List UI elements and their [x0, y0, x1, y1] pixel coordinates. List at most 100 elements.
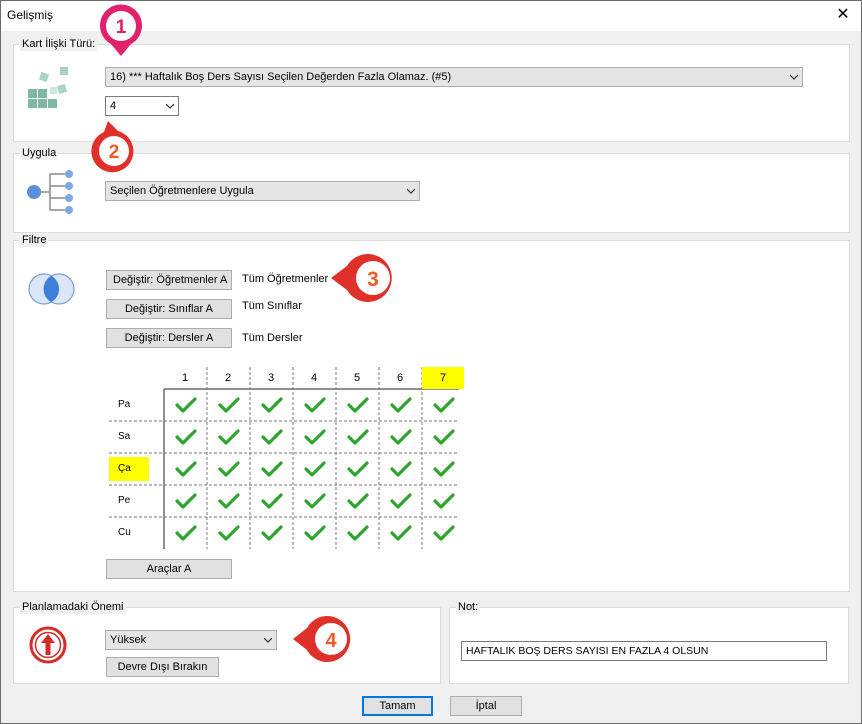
ok-button[interactable]: Tamam [362, 696, 433, 716]
timetable-cell[interactable] [164, 517, 206, 549]
timetable-grid: 1 2 3 4 5 6 7 Pa Sa Ça Pe Cu [109, 367, 464, 552]
timetable-cell[interactable] [207, 485, 249, 517]
importance-group: Planlamadaki Önemi Yüksek Devre Dışı Bır… [13, 600, 441, 684]
callout-badge-3: 3 [331, 254, 392, 302]
check-icon [347, 397, 369, 413]
check-icon [433, 493, 455, 509]
importance-value: Yüksek [110, 634, 147, 646]
timetable-cell[interactable] [336, 421, 378, 453]
timetable-cell[interactable] [422, 389, 464, 421]
timetable-cell[interactable] [293, 517, 335, 549]
apply-select[interactable]: Seçilen Öğretmenlere Uygula [105, 181, 420, 201]
timetable-cell[interactable] [293, 485, 335, 517]
timetable-cell[interactable] [250, 485, 292, 517]
apply-value: Seçilen Öğretmenlere Uygula [110, 185, 254, 197]
day-row-header[interactable]: Sa [109, 425, 149, 449]
importance-select[interactable]: Yüksek [105, 630, 277, 650]
timetable-cell[interactable] [250, 517, 292, 549]
timetable-cell[interactable] [336, 517, 378, 549]
timetable-cell[interactable] [250, 421, 292, 453]
timetable-cell[interactable] [293, 421, 335, 453]
check-icon [347, 493, 369, 509]
column-header[interactable]: 1 [164, 367, 206, 389]
column-header[interactable]: 2 [207, 367, 249, 389]
check-icon [390, 461, 412, 477]
relation-type-select[interactable]: 16) *** Haftalık Boş Ders Sayısı Seçilen… [105, 67, 803, 87]
check-icon [433, 525, 455, 541]
day-row-header[interactable]: Cu [109, 521, 149, 545]
timetable-cell[interactable] [207, 389, 249, 421]
check-icon [218, 493, 240, 509]
timetable-cell[interactable] [293, 453, 335, 485]
check-icon [304, 461, 326, 477]
timetable-cell[interactable] [207, 453, 249, 485]
timetable-cell[interactable] [207, 517, 249, 549]
callout-number-2: 2 [109, 142, 120, 163]
lessons-filter-value: Tüm Dersler [242, 332, 303, 344]
close-icon[interactable]: ✕ [833, 5, 853, 25]
timetable-cell[interactable] [293, 389, 335, 421]
timetable-cell[interactable] [422, 453, 464, 485]
check-icon [175, 461, 197, 477]
venn-icon [28, 273, 75, 305]
column-header[interactable]: 5 [336, 367, 378, 389]
timetable-cell[interactable] [379, 389, 421, 421]
change-lessons-button[interactable]: Değiştir: Dersler A [106, 328, 232, 348]
chevron-down-icon [790, 74, 798, 80]
check-icon [390, 429, 412, 445]
timetable-cell[interactable] [422, 517, 464, 549]
relation-value-select[interactable]: 4 [105, 96, 179, 116]
column-header[interactable]: 6 [379, 367, 421, 389]
check-icon [304, 397, 326, 413]
column-header[interactable]: 3 [250, 367, 292, 389]
day-row-header[interactable]: Ça [109, 457, 149, 481]
up-arrow-icon [29, 626, 67, 664]
change-classes-button[interactable]: Değiştir: Sınıflar A [106, 299, 232, 319]
timetable-cell[interactable] [336, 485, 378, 517]
timetable-cell[interactable] [164, 485, 206, 517]
filter-group-label: Filtre [20, 233, 49, 247]
window-title: Gelişmiş [7, 8, 54, 22]
timetable-cell[interactable] [164, 453, 206, 485]
day-row-header[interactable]: Pa [109, 393, 149, 417]
timetable-cell[interactable] [164, 389, 206, 421]
callout-number-1: 1 [116, 17, 127, 38]
callout-number-4: 4 [325, 630, 337, 652]
timetable-cell[interactable] [250, 389, 292, 421]
timetable-cell[interactable] [379, 485, 421, 517]
day-row-header[interactable]: Pe [109, 489, 149, 513]
timetable-cell[interactable] [250, 453, 292, 485]
timetable-cell[interactable] [379, 421, 421, 453]
callout-badge-1: 1 [100, 4, 142, 57]
timetable-cell[interactable] [207, 421, 249, 453]
column-header[interactable]: 4 [293, 367, 335, 389]
timetable-cell[interactable] [336, 453, 378, 485]
timetable-cell[interactable] [422, 485, 464, 517]
check-icon [261, 429, 283, 445]
check-icon [390, 397, 412, 413]
importance-group-label: Planlamadaki Önemi [20, 600, 126, 614]
check-icon [433, 429, 455, 445]
note-group: Not: HAFTALIK BOŞ DERS SAYISI EN FAZLA 4… [449, 600, 849, 684]
timetable-cell[interactable] [164, 421, 206, 453]
timetable-cell[interactable] [379, 517, 421, 549]
tools-button[interactable]: Araçlar A [106, 559, 232, 579]
blocks-icon [28, 67, 68, 108]
column-header[interactable]: 7 [422, 367, 464, 389]
check-icon [261, 461, 283, 477]
cancel-button[interactable]: İptal [450, 696, 522, 716]
check-icon [218, 525, 240, 541]
note-group-label: Not: [456, 600, 481, 614]
apply-group-label: Uygula [20, 146, 59, 160]
timetable-cell[interactable] [379, 453, 421, 485]
check-icon [347, 429, 369, 445]
timetable-cell[interactable] [422, 421, 464, 453]
timetable-cell[interactable] [336, 389, 378, 421]
check-icon [261, 493, 283, 509]
change-teachers-button[interactable]: Değiştir: Öğretmenler A [106, 270, 232, 290]
classes-filter-value: Tüm Sınıflar [242, 300, 302, 312]
relation-type-value: 16) *** Haftalık Boş Ders Sayısı Seçilen… [110, 71, 452, 83]
dialog-window: Gelişmiş ✕ Kart İlişki Türü: 16) *** Haf… [0, 0, 862, 724]
disable-button[interactable]: Devre Dışı Bırakın [106, 657, 219, 677]
note-input[interactable]: HAFTALIK BOŞ DERS SAYISI EN FAZLA 4 OLSU… [461, 641, 827, 661]
